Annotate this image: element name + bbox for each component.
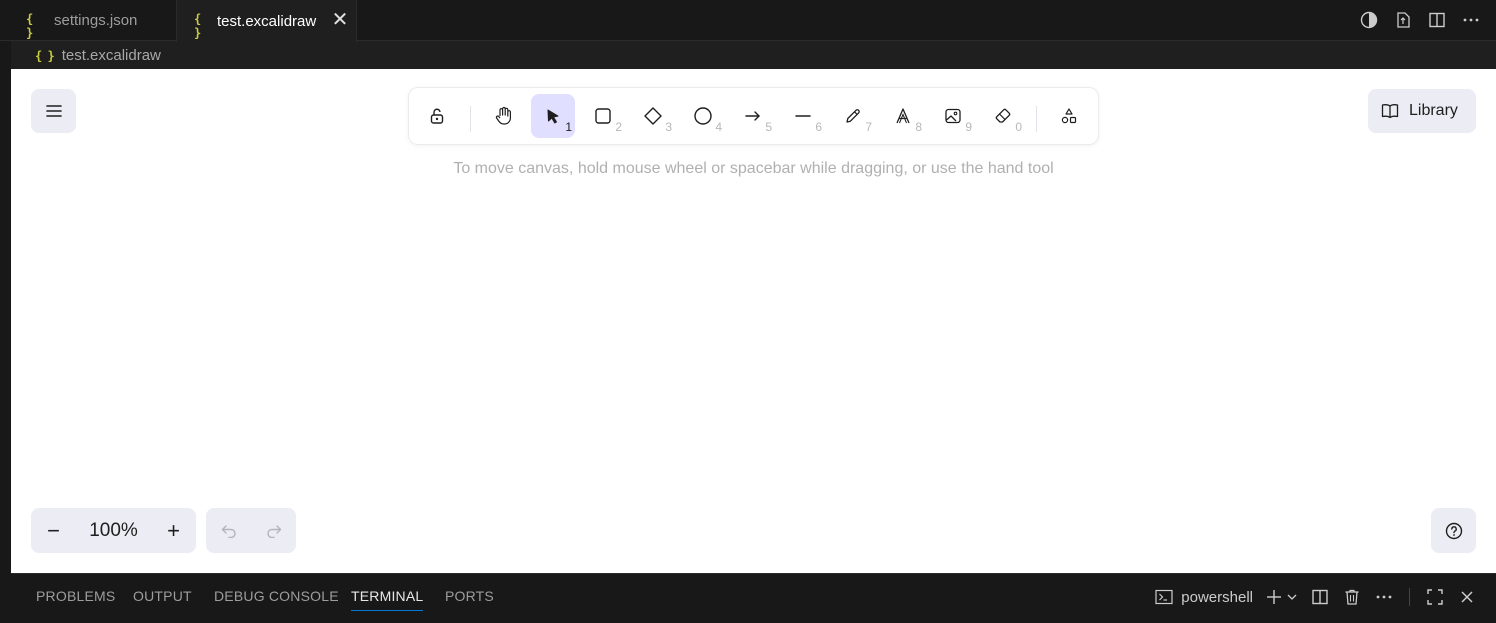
diamond-icon bbox=[644, 107, 662, 125]
editor-tab-bar: { } settings.json { } test.excalidraw ✕ bbox=[0, 0, 1496, 42]
zoom-reset-button[interactable]: 100% bbox=[76, 520, 151, 542]
tool-more-shapes[interactable] bbox=[1047, 94, 1091, 138]
more-actions-icon[interactable] bbox=[1460, 9, 1482, 31]
canvas-hint: To move canvas, hold mouse wheel or spac… bbox=[11, 160, 1496, 178]
toolbar-divider bbox=[1036, 106, 1037, 132]
tool-rectangle[interactable]: 2 bbox=[581, 94, 625, 138]
json-braces-icon: { } bbox=[194, 12, 201, 40]
eraser-icon bbox=[995, 108, 1011, 123]
help-button[interactable] bbox=[1431, 508, 1476, 553]
panel-tab-output[interactable]: OUTPUT bbox=[133, 588, 192, 604]
hint-text: To move canvas, hold mouse wheel or spac… bbox=[453, 160, 1054, 177]
library-button[interactable]: Library bbox=[1368, 89, 1476, 133]
tool-shortcut: 8 bbox=[915, 120, 922, 134]
shape-toolbar: 1 2 3 4 5 6 7 8 9 0 bbox=[409, 88, 1098, 144]
tool-eraser[interactable]: 0 bbox=[981, 94, 1025, 138]
activity-strip bbox=[0, 41, 11, 623]
open-changes-icon[interactable] bbox=[1392, 9, 1414, 31]
hand-icon bbox=[495, 106, 511, 125]
close-panel-icon[interactable] bbox=[1456, 586, 1478, 608]
tool-shortcut: 4 bbox=[715, 120, 722, 134]
panel-tab-ports[interactable]: PORTS bbox=[445, 588, 494, 604]
tool-shortcut: 5 bbox=[765, 120, 772, 134]
chevron-down-icon[interactable] bbox=[1285, 586, 1299, 608]
arrow-icon bbox=[745, 111, 760, 121]
excalidraw-canvas[interactable]: 1 2 3 4 5 6 7 8 9 0 To move canvas, hold… bbox=[11, 69, 1496, 573]
text-icon bbox=[896, 108, 910, 124]
zoom-controls: − 100% + bbox=[31, 508, 196, 553]
breadcrumb[interactable]: { } test.excalidraw bbox=[11, 42, 1496, 69]
panel-tab-problems[interactable]: PROBLEMS bbox=[36, 588, 115, 604]
book-icon bbox=[1381, 104, 1399, 119]
tool-shortcut: 0 bbox=[1015, 120, 1022, 134]
breadcrumb-label: test.excalidraw bbox=[61, 47, 161, 64]
hamburger-icon bbox=[45, 105, 62, 117]
tool-text[interactable]: 8 bbox=[881, 94, 925, 138]
shapes-icon bbox=[1061, 108, 1077, 124]
json-braces-icon: { } bbox=[26, 12, 33, 40]
split-terminal-icon[interactable] bbox=[1309, 586, 1331, 608]
tool-shortcut: 1 bbox=[565, 120, 572, 134]
tool-line[interactable]: 6 bbox=[781, 94, 825, 138]
undo-icon bbox=[221, 524, 236, 538]
more-actions-icon[interactable] bbox=[1373, 586, 1395, 608]
tab-test-excalidraw[interactable]: { } test.excalidraw ✕ bbox=[176, 0, 357, 42]
zoom-in-button[interactable]: + bbox=[151, 508, 196, 553]
tool-shortcut: 9 bbox=[965, 120, 972, 134]
cursor-arrow-icon bbox=[547, 109, 559, 124]
redo-icon bbox=[266, 524, 281, 538]
main-menu-button[interactable] bbox=[31, 89, 76, 133]
terminal-name[interactable]: powershell bbox=[1181, 589, 1253, 606]
tool-shortcut: 2 bbox=[615, 120, 622, 134]
line-icon bbox=[795, 115, 811, 117]
redo-button[interactable] bbox=[251, 508, 296, 553]
tool-image[interactable]: 9 bbox=[931, 94, 975, 138]
maximize-panel-icon[interactable] bbox=[1424, 586, 1446, 608]
zoom-out-button[interactable]: − bbox=[31, 508, 76, 553]
tool-arrow[interactable]: 5 bbox=[731, 94, 775, 138]
pencil-icon bbox=[846, 109, 860, 123]
panel-tab-terminal[interactable]: TERMINAL bbox=[351, 588, 424, 611]
tool-hand[interactable] bbox=[482, 94, 526, 138]
trash-icon[interactable] bbox=[1341, 586, 1363, 608]
tool-shortcut: 7 bbox=[865, 120, 872, 134]
undo-button[interactable] bbox=[206, 508, 251, 553]
tab-label: test.excalidraw bbox=[217, 12, 317, 30]
tool-draw[interactable]: 7 bbox=[831, 94, 875, 138]
tool-diamond[interactable]: 3 bbox=[631, 94, 675, 138]
theme-toggle-icon[interactable] bbox=[1358, 9, 1380, 31]
ellipse-icon bbox=[694, 107, 712, 125]
tab-settings-json[interactable]: { } settings.json bbox=[26, 0, 176, 41]
panel-tab-debug-console[interactable]: DEBUG CONSOLE bbox=[214, 588, 339, 604]
tool-shortcut: 6 bbox=[815, 120, 822, 134]
terminal-icon bbox=[1153, 586, 1175, 608]
tool-ellipse[interactable]: 4 bbox=[681, 94, 725, 138]
tool-selection[interactable]: 1 bbox=[531, 94, 575, 138]
unlock-icon bbox=[430, 108, 444, 124]
new-terminal-icon[interactable] bbox=[1263, 586, 1285, 608]
bottom-panel: PROBLEMS OUTPUT DEBUG CONSOLE TERMINAL P… bbox=[11, 573, 1496, 623]
panel-divider bbox=[1409, 588, 1410, 606]
rectangle-icon bbox=[595, 108, 611, 124]
toolbar-divider bbox=[470, 106, 471, 132]
tool-lock[interactable] bbox=[415, 94, 459, 138]
image-icon bbox=[945, 108, 961, 124]
tool-shortcut: 3 bbox=[665, 120, 672, 134]
tab-label: settings.json bbox=[54, 12, 138, 29]
question-circle-icon bbox=[1445, 522, 1462, 539]
editor-actions bbox=[1358, 9, 1482, 31]
split-editor-icon[interactable] bbox=[1426, 9, 1448, 31]
json-braces-icon: { } bbox=[35, 48, 55, 63]
history-controls bbox=[206, 508, 296, 553]
library-label: Library bbox=[1409, 102, 1458, 119]
terminal-actions: powershell bbox=[1153, 586, 1478, 608]
close-tab-icon[interactable]: ✕ bbox=[329, 9, 351, 31]
